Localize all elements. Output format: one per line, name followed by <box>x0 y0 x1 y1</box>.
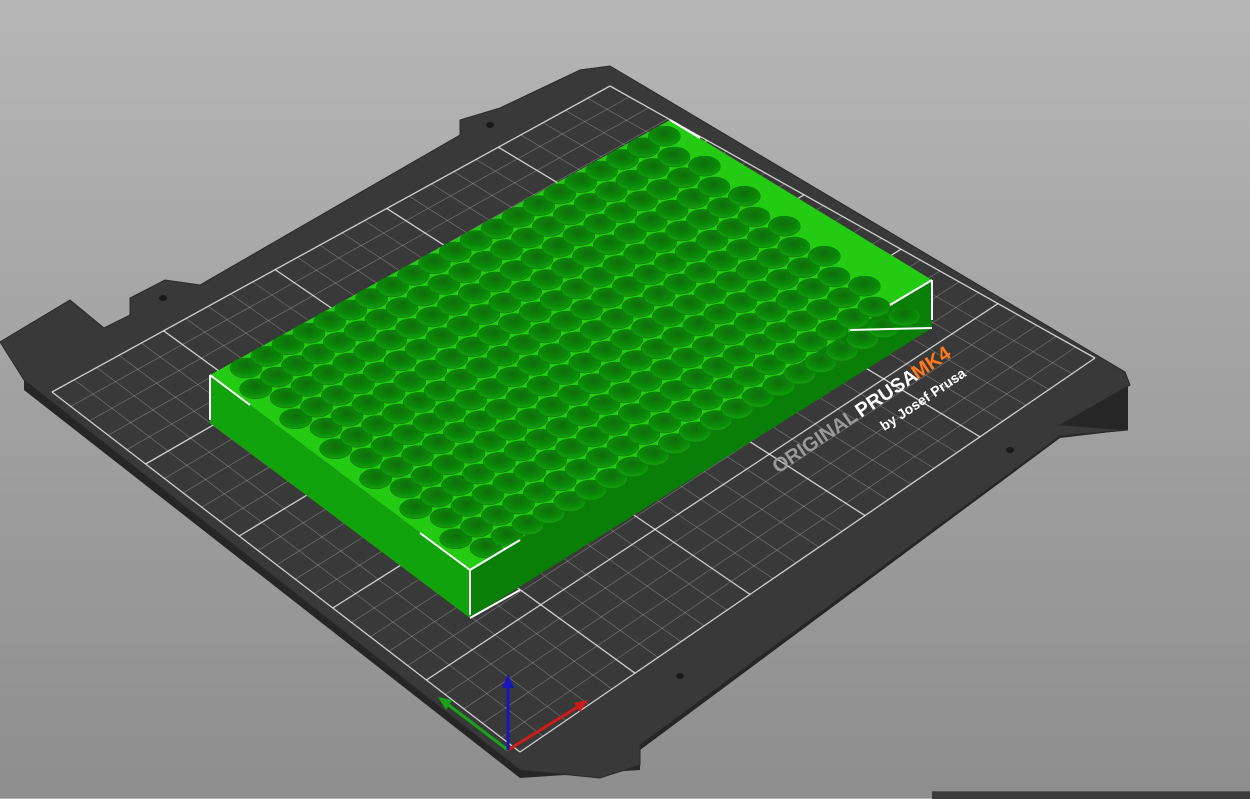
tray-hole <box>647 125 681 147</box>
tray-hole <box>807 245 841 267</box>
bed-mount-hole <box>159 295 167 301</box>
tray-hole <box>657 146 691 168</box>
bed-mount-hole <box>676 673 684 679</box>
tray-hole <box>727 185 761 207</box>
tray-hole <box>847 275 881 297</box>
tray-hole <box>697 176 731 198</box>
tray-hole <box>857 296 891 318</box>
tray-hole <box>767 215 801 237</box>
bed-mount-hole <box>486 122 494 128</box>
bed-mount-hole <box>1006 447 1014 453</box>
tray-hole <box>777 236 811 258</box>
tray-hole <box>687 155 721 177</box>
tray-hole <box>817 266 851 288</box>
3d-viewport[interactable]: ORIGINAL PRUSA MK4 by Josef Prusa <box>0 0 1250 798</box>
tray-hole <box>887 305 921 327</box>
tray-hole <box>737 206 771 228</box>
